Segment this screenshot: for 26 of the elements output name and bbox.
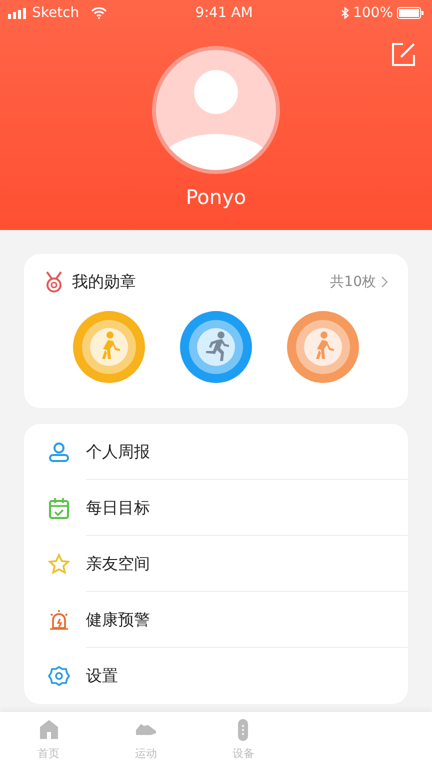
menu-item[interactable]: 个人周报 — [86, 440, 150, 464]
bluetooth-icon — [340, 6, 349, 20]
medal-count-link[interactable]: 共10枚 — [330, 272, 388, 292]
edit-icon[interactable] — [390, 42, 416, 68]
menu-item[interactable]: 设置 — [86, 664, 118, 688]
calendar-icon — [48, 497, 70, 519]
clock-time: 9:41 AM — [195, 4, 253, 22]
alarm-icon — [48, 609, 70, 631]
chevron-right-icon — [380, 276, 388, 288]
settings-icon — [48, 665, 70, 687]
menu-item[interactable]: 亲友空间 — [86, 552, 150, 576]
person-icon — [48, 441, 70, 463]
medal-icon — [44, 271, 64, 293]
battery-icon — [397, 7, 424, 19]
medal-badge[interactable] — [286, 310, 360, 384]
medal-badge[interactable] — [72, 310, 146, 384]
menu-item[interactable]: 健康预警 — [86, 608, 150, 632]
wifi-icon — [91, 7, 108, 19]
medal-badge[interactable] — [178, 310, 253, 384]
carrier-name: Sketch — [32, 4, 80, 22]
menu-item[interactable]: 每日目标 — [86, 496, 150, 520]
user-name: Ponyo — [186, 184, 246, 211]
star-icon — [48, 553, 70, 575]
signal-icon — [8, 8, 28, 18]
battery-percent: 100% — [352, 4, 393, 22]
section-title: 我的勋章 — [72, 271, 136, 293]
